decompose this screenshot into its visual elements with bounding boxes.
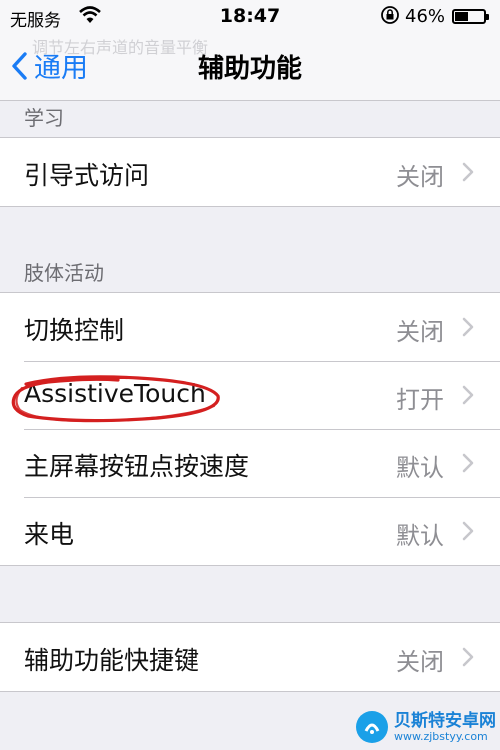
group-physical: 切换控制 关闭 AssistiveTouch 打开 主屏幕按钮点按速度 默认 来… <box>0 292 500 566</box>
row-label: 主屏幕按钮点按速度 <box>24 452 250 481</box>
row-accessibility-shortcut[interactable]: 辅助功能快捷键 关闭 <box>0 623 500 691</box>
row-label: AssistiveTouch <box>24 379 206 408</box>
group-shortcut: 辅助功能快捷键 关闭 <box>0 622 500 692</box>
chevron-right-icon <box>462 521 474 545</box>
row-label: 引导式访问 <box>24 161 150 190</box>
group-learning: 引导式访问 关闭 <box>0 137 500 207</box>
watermark: 贝斯特安卓网 www.zjbstyy.com <box>356 708 496 746</box>
watermark-url: www.zjbstyy.com <box>394 729 488 743</box>
row-value: 关闭 <box>396 163 444 191</box>
chevron-right-icon <box>462 162 474 186</box>
chevron-right-icon <box>462 453 474 477</box>
battery-percent: 46% <box>405 6 446 27</box>
chevron-right-icon <box>462 385 474 409</box>
section-header-physical: 肢体活动 <box>24 261 104 285</box>
row-value: 关闭 <box>396 318 444 346</box>
row-value: 关闭 <box>396 648 444 676</box>
watermark-logo <box>356 711 388 743</box>
row-call-audio[interactable]: 来电 默认 <box>0 497 500 565</box>
row-label: 来电 <box>24 520 75 549</box>
watermark-brand: 贝斯特安卓网 <box>394 710 496 731</box>
chevron-right-icon <box>462 647 474 671</box>
navigation-bar: 调节左右声道的音量平衡 通用 辅助功能 <box>0 34 500 101</box>
row-label: 辅助功能快捷键 <box>24 646 200 675</box>
row-guided-access[interactable]: 引导式访问 关闭 <box>0 138 500 206</box>
row-assistive-touch[interactable]: AssistiveTouch 打开 <box>0 361 500 429</box>
battery-icon <box>452 9 489 24</box>
row-label: 切换控制 <box>24 316 125 345</box>
row-switch-control[interactable]: 切换控制 关闭 <box>0 293 500 361</box>
back-button[interactable]: 通用 <box>10 46 88 85</box>
rotation-lock-icon <box>380 5 400 30</box>
row-value: 默认 <box>396 454 444 482</box>
chevron-left-icon <box>12 51 27 80</box>
status-bar: 无服务 18:47 46% <box>0 0 500 34</box>
row-home-click-speed[interactable]: 主屏幕按钮点按速度 默认 <box>0 429 500 497</box>
section-header-learning: 学习 <box>24 106 64 130</box>
chevron-right-icon <box>462 317 474 341</box>
back-label: 通用 <box>34 53 88 84</box>
row-value: 默认 <box>396 522 444 550</box>
row-value: 打开 <box>396 386 444 414</box>
